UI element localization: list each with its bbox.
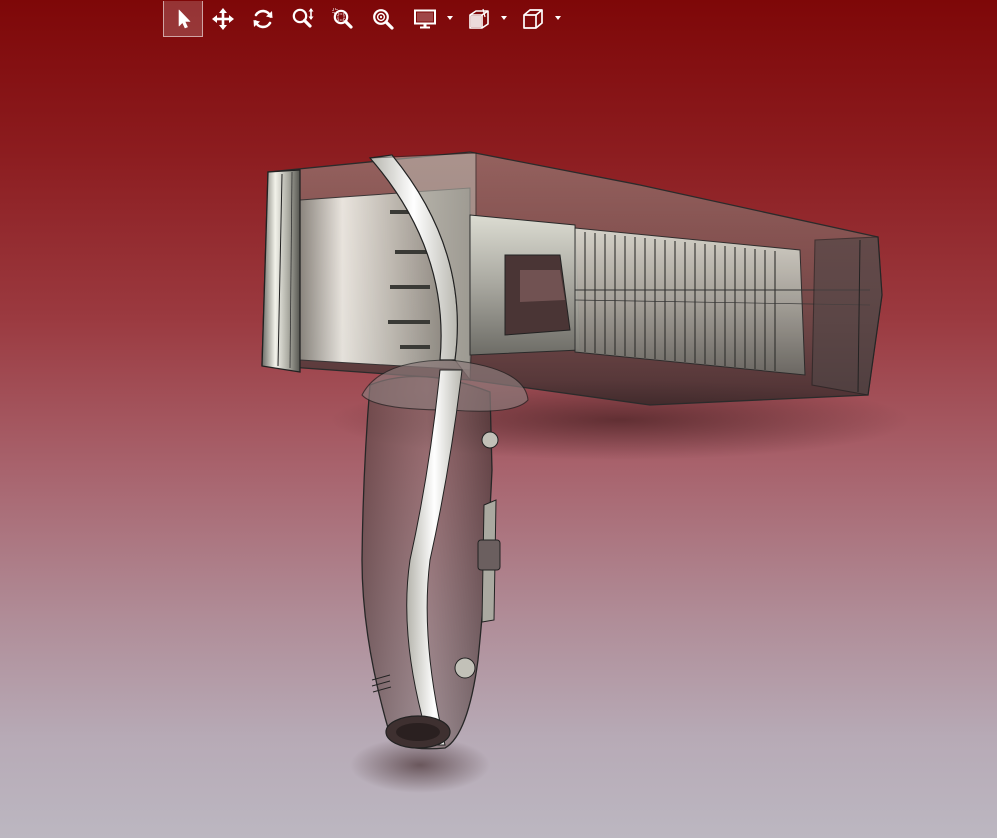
view-orientation-button[interactable] [511, 1, 565, 37]
cube-icon [523, 9, 543, 29]
view-toolbar [163, 0, 565, 38]
rotate-button[interactable] [243, 1, 283, 37]
pan-button[interactable] [203, 1, 243, 37]
section-view-button[interactable] [457, 1, 511, 37]
view-orientation-dropdown-caret[interactable] [555, 16, 561, 20]
heater-tube [574, 227, 806, 376]
handle-button-bottom[interactable] [454, 657, 476, 679]
zoom-to-fit-button[interactable] [363, 1, 403, 37]
zoom-area-icon [332, 8, 353, 29]
section-view-icon [469, 8, 489, 29]
3d-viewport[interactable] [0, 40, 997, 838]
display-style-dropdown-caret[interactable] [447, 16, 453, 20]
zoom-fit-icon [373, 9, 394, 30]
nozzle-end [811, 236, 883, 396]
hair-dryer-model[interactable] [0, 40, 997, 838]
pan-arrows-icon [212, 8, 234, 30]
zoom-in-out-icon [292, 8, 314, 28]
zoom-to-area-button[interactable] [323, 1, 363, 37]
switch-knob[interactable] [477, 539, 501, 571]
select-button[interactable] [163, 1, 203, 37]
section-view-dropdown-caret[interactable] [501, 16, 507, 20]
select-arrow-icon [178, 9, 191, 28]
rotate-icon [253, 9, 273, 29]
display-style-button[interactable] [403, 1, 457, 37]
monitor-icon [414, 9, 436, 29]
zoom-in-out-button[interactable] [283, 1, 323, 37]
handle-button-top[interactable] [481, 431, 499, 449]
